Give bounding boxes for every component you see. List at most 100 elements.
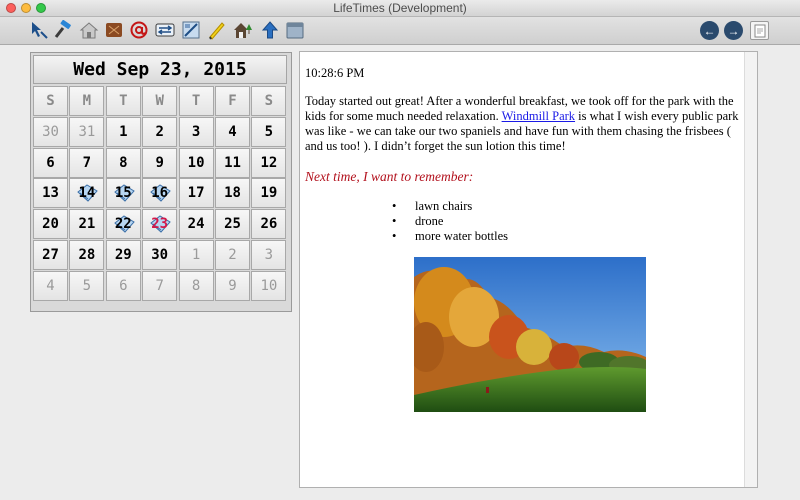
calendar-day[interactable]: 21 bbox=[69, 209, 105, 240]
calendar-day[interactable]: 11 bbox=[215, 147, 250, 178]
calendar-day[interactable]: 2 bbox=[142, 116, 178, 147]
weekday-header: S bbox=[33, 86, 68, 116]
calendar-day[interactable]: 8 bbox=[105, 147, 141, 178]
calendar-day[interactable]: 20 bbox=[33, 209, 68, 240]
calendar-day[interactable]: 2 bbox=[215, 240, 250, 270]
calendar-day[interactable]: 10 bbox=[178, 147, 214, 178]
leather-book-icon[interactable] bbox=[104, 20, 124, 40]
preview-icon[interactable] bbox=[750, 21, 769, 40]
calendar-day-number: 6 bbox=[46, 154, 55, 171]
calendar-day[interactable]: 5 bbox=[251, 116, 287, 147]
calendar-day-number: 23 bbox=[151, 216, 169, 233]
calendar-day-number: 31 bbox=[78, 123, 96, 140]
calendar-day[interactable]: 24 bbox=[178, 209, 214, 240]
calendar-day-number: 27 bbox=[42, 247, 59, 263]
calendar-day[interactable]: 26 bbox=[251, 209, 287, 240]
calendar-day-number: 4 bbox=[46, 277, 55, 294]
calendar-day[interactable]: 4 bbox=[215, 116, 250, 147]
calendar-day[interactable]: 22 bbox=[105, 209, 141, 240]
calendar-day-number: 15 bbox=[114, 185, 132, 202]
forward-button[interactable]: → bbox=[724, 21, 743, 40]
calendar-day[interactable]: 4 bbox=[33, 270, 68, 301]
calendar-day-number: 16 bbox=[151, 185, 169, 202]
windmill-park-link[interactable]: Windmill Park bbox=[502, 109, 575, 123]
upload-icon[interactable] bbox=[260, 20, 280, 40]
calendar-day-number: 28 bbox=[78, 247, 96, 263]
at-sign-icon[interactable] bbox=[129, 20, 149, 40]
arrow-left-icon: ← bbox=[703, 23, 716, 38]
calendar-day-number: 24 bbox=[187, 216, 205, 233]
home-tree-icon[interactable] bbox=[233, 20, 253, 40]
calendar-day-number: 11 bbox=[224, 154, 241, 171]
calendar-day-number: 8 bbox=[119, 154, 128, 171]
calendar-day[interactable]: 28 bbox=[69, 240, 105, 270]
calendar-day-number: 21 bbox=[78, 216, 96, 233]
calendar-day[interactable]: 12 bbox=[251, 147, 287, 178]
autumn-park-photo bbox=[414, 257, 646, 412]
pencil-icon[interactable] bbox=[207, 20, 227, 40]
calendar: Wed Sep 23, 2015 S M T W T F S 30 31 1 2 3 4 5 6 7 8 9 10 1… bbox=[30, 52, 292, 312]
calendar-day[interactable]: 29 bbox=[105, 240, 141, 270]
calendar-day-number: 10 bbox=[260, 277, 278, 294]
entry-paragraph: Today started out great! After a wonderf… bbox=[305, 94, 750, 154]
calendar-day[interactable]: 1 bbox=[178, 240, 214, 270]
calendar-day-number: 13 bbox=[42, 185, 59, 202]
calendar-day-number: 2 bbox=[155, 123, 164, 140]
calendar-day[interactable]: 3 bbox=[251, 240, 287, 270]
list-item: drone bbox=[392, 214, 508, 229]
calendar-day[interactable]: 31 bbox=[69, 116, 105, 147]
calendar-day-number: 25 bbox=[224, 216, 241, 233]
calendar-day-number: 20 bbox=[42, 216, 59, 233]
calendar-day[interactable]: 30 bbox=[142, 240, 178, 270]
weekday-header: M bbox=[69, 86, 105, 116]
remember-heading: Next time, I want to remember: bbox=[305, 169, 474, 184]
archive-icon[interactable] bbox=[285, 20, 305, 40]
calendar-day[interactable]: 23 bbox=[142, 209, 178, 240]
calendar-day[interactable]: 9 bbox=[142, 147, 178, 178]
calendar-day[interactable]: 30 bbox=[33, 116, 68, 147]
calendar-day[interactable]: 6 bbox=[33, 147, 68, 178]
calendar-day[interactable]: 25 bbox=[215, 209, 250, 240]
palette-icon[interactable] bbox=[181, 20, 201, 40]
calendar-day[interactable]: 27 bbox=[33, 240, 68, 270]
calendar-date-header[interactable]: Wed Sep 23, 2015 bbox=[33, 55, 287, 84]
calendar-day[interactable]: 7 bbox=[69, 147, 105, 178]
calendar-day-number: 7 bbox=[155, 277, 164, 294]
calendar-day[interactable]: 1 bbox=[105, 116, 141, 147]
calendar-day-number: 1 bbox=[119, 123, 128, 140]
weekday-header: S bbox=[251, 86, 287, 116]
remember-list: lawn chairs drone more water bottles bbox=[392, 199, 508, 244]
calendar-day-number: 9 bbox=[155, 154, 164, 171]
calendar-day-number: 26 bbox=[260, 216, 278, 233]
calendar-day[interactable]: 13 bbox=[33, 178, 68, 209]
calendar-day[interactable]: 10 bbox=[251, 270, 287, 301]
calendar-day[interactable]: 19 bbox=[251, 178, 287, 209]
house-icon[interactable] bbox=[79, 20, 99, 40]
journal-entry-editor[interactable]: 10:28:6 PM Today started out great! Afte… bbox=[299, 51, 758, 488]
calendar-day-number: 17 bbox=[187, 185, 205, 202]
toolbar: ← → bbox=[0, 17, 800, 45]
calendar-day-number: 18 bbox=[224, 185, 241, 202]
calendar-day[interactable]: 9 bbox=[215, 270, 250, 301]
pointer-tool-icon[interactable] bbox=[29, 20, 49, 40]
calendar-day-number: 4 bbox=[228, 123, 237, 140]
calendar-day[interactable]: 6 bbox=[105, 270, 141, 301]
arrow-right-icon: → bbox=[727, 23, 740, 38]
list-item: more water bottles bbox=[392, 229, 508, 244]
back-button[interactable]: ← bbox=[700, 21, 719, 40]
calendar-day-number: 7 bbox=[82, 154, 92, 171]
editor-scrollbar[interactable] bbox=[744, 52, 757, 487]
calendar-day[interactable]: 14 bbox=[69, 178, 105, 209]
calendar-day[interactable]: 17 bbox=[178, 178, 214, 209]
calendar-day[interactable]: 16 bbox=[142, 178, 178, 209]
hammer-icon[interactable] bbox=[53, 20, 73, 40]
calendar-day-number: 14 bbox=[78, 185, 96, 202]
calendar-day[interactable]: 7 bbox=[142, 270, 178, 301]
calendar-day[interactable]: 3 bbox=[178, 116, 214, 147]
entry-time: 10:28:6 PM bbox=[305, 66, 365, 80]
link-icon[interactable] bbox=[155, 20, 175, 40]
calendar-day[interactable]: 5 bbox=[69, 270, 105, 301]
calendar-day[interactable]: 15 bbox=[105, 178, 141, 209]
calendar-day[interactable]: 8 bbox=[178, 270, 214, 301]
calendar-day[interactable]: 18 bbox=[215, 178, 250, 209]
